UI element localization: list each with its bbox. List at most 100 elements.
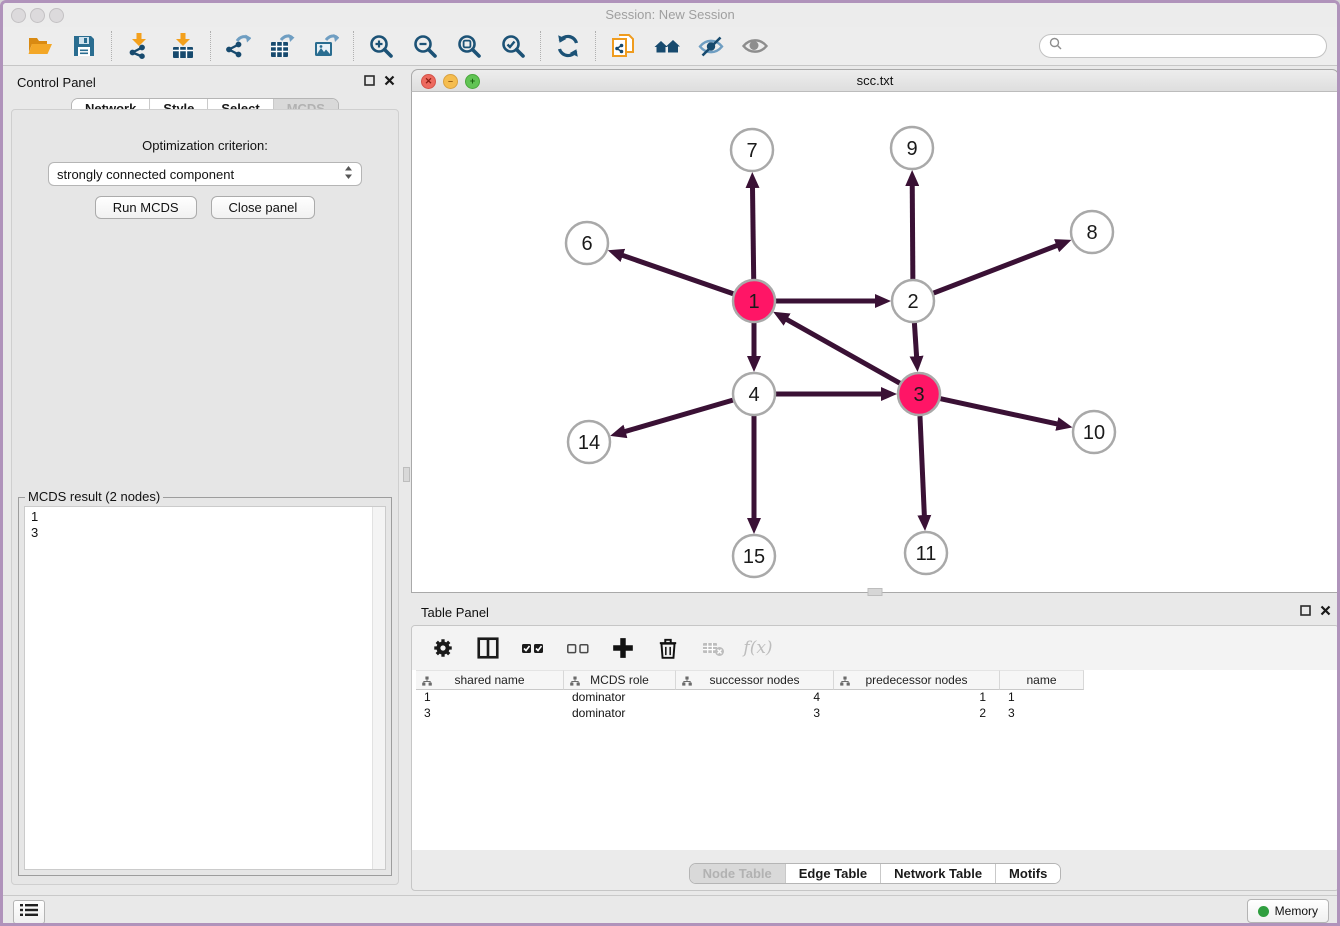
- table-tab-node-table[interactable]: Node Table: [690, 864, 785, 883]
- function-builder-icon: f(x): [745, 635, 771, 661]
- network-window-title: scc.txt: [412, 73, 1338, 88]
- graph-edge-4-14[interactable]: [624, 400, 733, 432]
- graph-node-3[interactable]: 3: [898, 373, 940, 415]
- table-cell[interactable]: 1: [834, 690, 1000, 706]
- show-all-icon[interactable]: [741, 32, 769, 60]
- status-bar: Memory: [3, 895, 1337, 924]
- svg-text:4: 4: [748, 384, 759, 406]
- home-icon[interactable]: [653, 32, 681, 60]
- network-resize-handle[interactable]: [868, 588, 883, 596]
- task-history-button[interactable]: [13, 900, 45, 924]
- table-cell[interactable]: dominator: [564, 706, 676, 722]
- column-header-successor-nodes[interactable]: successor nodes: [676, 670, 834, 690]
- graph-edge-2-8[interactable]: [934, 245, 1059, 293]
- graph-edge-2-3[interactable]: [914, 323, 916, 358]
- close-table-panel-icon[interactable]: [1320, 605, 1331, 616]
- graph-node-1[interactable]: 1: [733, 280, 775, 322]
- column-layout-icon[interactable]: [475, 635, 501, 661]
- column-header-name[interactable]: name: [1000, 670, 1084, 690]
- export-image-icon[interactable]: [312, 32, 340, 60]
- graph-edge-3-11[interactable]: [920, 416, 924, 517]
- graph-edge-1-6[interactable]: [621, 255, 733, 294]
- svg-text:7: 7: [746, 140, 757, 162]
- run-mcds-button[interactable]: Run MCDS: [95, 196, 197, 219]
- column-header-shared-name[interactable]: shared name: [416, 670, 564, 690]
- graph-node-7[interactable]: 7: [731, 129, 773, 171]
- float-panel-icon[interactable]: [364, 75, 375, 86]
- svg-text:2: 2: [907, 291, 918, 313]
- graph-node-11[interactable]: 11: [905, 532, 947, 574]
- network-canvas[interactable]: 7 9 6 8 1 2 4 3 14 10 15 11: [411, 91, 1339, 593]
- table-cell[interactable]: 3: [676, 706, 834, 722]
- graph-node-4[interactable]: 4: [733, 373, 775, 415]
- table-panel-title: Table Panel: [421, 605, 489, 620]
- mcds-result-text[interactable]: 1 3: [24, 506, 386, 870]
- graph-node-14[interactable]: 14: [568, 421, 610, 463]
- column-header-predecessor-nodes[interactable]: predecessor nodes: [834, 670, 1000, 690]
- column-header-MCDS-role[interactable]: MCDS role: [564, 670, 676, 690]
- graph-edge-2-9[interactable]: [912, 184, 913, 279]
- deselect-all-columns-icon[interactable]: [565, 635, 591, 661]
- control-panel-title: Control Panel: [17, 75, 96, 90]
- delete-column-icon[interactable]: [655, 635, 681, 661]
- table-tab-edge-table[interactable]: Edge Table: [785, 864, 880, 883]
- zoom-in-icon[interactable]: [367, 32, 395, 60]
- node-table: shared name MCDS role successor nodesprede…: [412, 670, 1338, 850]
- zoom-fit-icon[interactable]: [455, 32, 483, 60]
- graph-edge-1-7[interactable]: [752, 186, 753, 279]
- memory-button[interactable]: Memory: [1247, 899, 1329, 923]
- network-graph: 7 9 6 8 1 2 4 3 14 10 15 11: [412, 92, 1338, 592]
- table-cell[interactable]: 3: [416, 706, 564, 722]
- dropdown-stepper-icon: [344, 165, 353, 183]
- graph-node-2[interactable]: 2: [892, 280, 934, 322]
- graph-node-6[interactable]: 6: [566, 222, 608, 264]
- export-network-icon[interactable]: [224, 32, 252, 60]
- column-header-label: MCDS role: [590, 673, 649, 687]
- table-row[interactable]: 3dominator323: [416, 706, 1338, 722]
- panel-splitter-handle[interactable]: [403, 467, 410, 482]
- table-cell[interactable]: 1: [416, 690, 564, 706]
- export-table-icon[interactable]: [268, 32, 296, 60]
- table-cell[interactable]: dominator: [564, 690, 676, 706]
- graph-node-8[interactable]: 8: [1071, 211, 1113, 253]
- float-table-panel-icon[interactable]: [1300, 605, 1311, 616]
- table-panel-body: f(x) shared name MCDS role successor nodes…: [411, 625, 1339, 891]
- table-cell[interactable]: 1: [1000, 690, 1084, 706]
- network-window-titlebar[interactable]: ✕ – + scc.txt: [411, 69, 1339, 91]
- criterion-dropdown[interactable]: strongly connected component: [48, 162, 362, 186]
- zoom-selected-icon[interactable]: [499, 32, 527, 60]
- table-cell[interactable]: 4: [676, 690, 834, 706]
- table-tabs: Node TableEdge TableNetwork TableMotifs: [689, 863, 1062, 884]
- close-panel-button[interactable]: Close panel: [211, 196, 316, 219]
- table-row[interactable]: 1dominator411: [416, 690, 1338, 706]
- table-tab-motifs[interactable]: Motifs: [995, 864, 1060, 883]
- zoom-out-icon[interactable]: [411, 32, 439, 60]
- import-network-icon[interactable]: [125, 32, 153, 60]
- graph-node-10[interactable]: 10: [1073, 411, 1115, 453]
- application-window: Session: New Session Control Panel Netwo…: [0, 0, 1340, 926]
- result-scrollbar[interactable]: [372, 507, 385, 869]
- window-title: Session: New Session: [3, 7, 1337, 22]
- search-input[interactable]: [1067, 36, 1326, 56]
- graph-edge-3-10[interactable]: [940, 399, 1058, 425]
- hide-selected-icon[interactable]: [697, 32, 725, 60]
- graph-node-15[interactable]: 15: [733, 535, 775, 577]
- open-session-icon[interactable]: [26, 32, 54, 60]
- close-panel-icon[interactable]: [384, 75, 395, 86]
- graph-node-9[interactable]: 9: [891, 127, 933, 169]
- refresh-icon[interactable]: [554, 32, 582, 60]
- add-column-icon[interactable]: [610, 635, 636, 661]
- svg-text:8: 8: [1086, 222, 1097, 244]
- table-cell[interactable]: 3: [1000, 706, 1084, 722]
- select-all-columns-icon[interactable]: [520, 635, 546, 661]
- table-tab-network-table[interactable]: Network Table: [880, 864, 995, 883]
- graph-edge-3-1[interactable]: [785, 319, 899, 384]
- criterion-dropdown-value: strongly connected component: [57, 167, 344, 182]
- clone-network-icon[interactable]: [609, 32, 637, 60]
- save-session-icon[interactable]: [70, 32, 98, 60]
- table-cell[interactable]: 2: [834, 706, 1000, 722]
- delete-table-icon: [700, 635, 726, 661]
- import-table-icon[interactable]: [169, 32, 197, 60]
- table-settings-icon[interactable]: [430, 635, 456, 661]
- memory-button-label: Memory: [1275, 904, 1318, 918]
